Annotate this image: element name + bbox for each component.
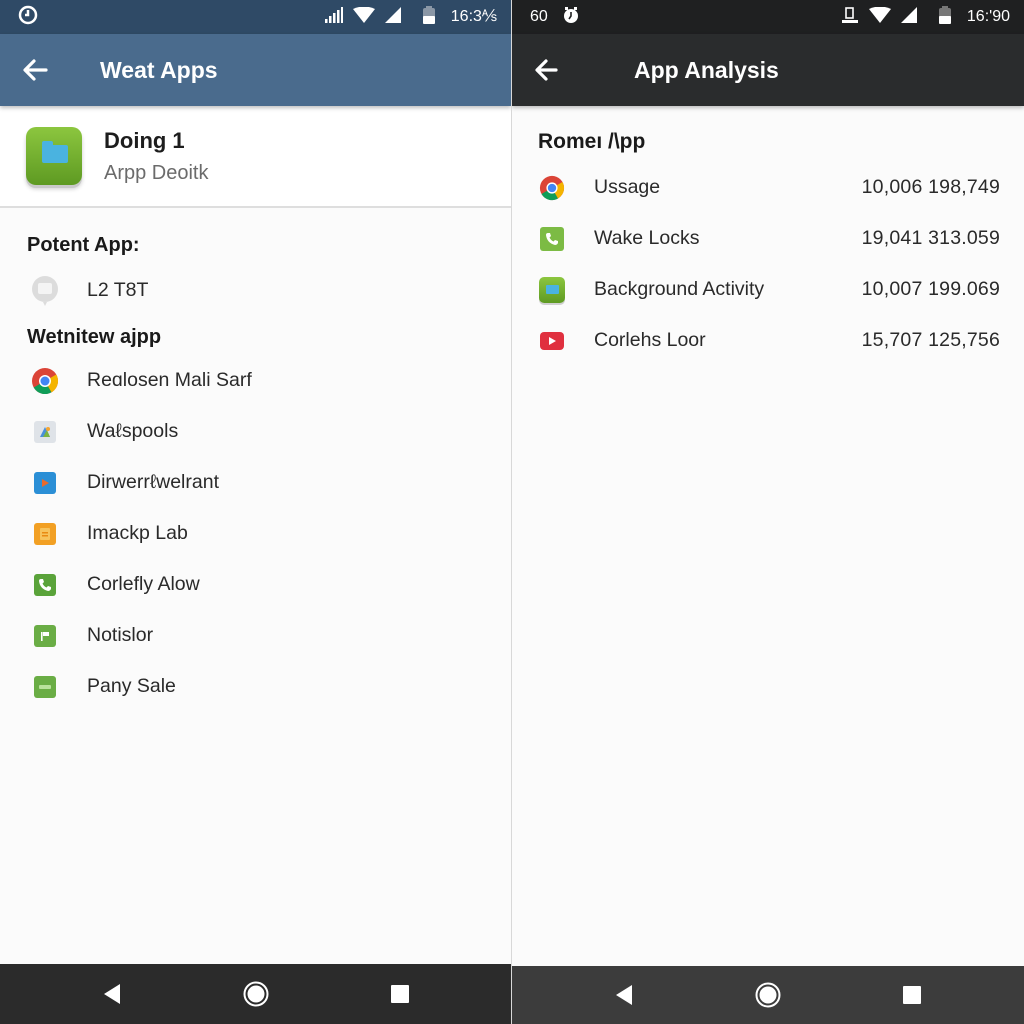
nav-home-button[interactable] [184, 981, 328, 1007]
wallpaper-icon [30, 417, 60, 447]
app-subtitle: Arpp Deoitk [104, 161, 209, 184]
youtube-icon [538, 327, 566, 355]
nav-back-button[interactable] [552, 984, 696, 1006]
battery-icon [422, 5, 435, 29]
chrome-icon [30, 366, 60, 396]
app-folder-icon [26, 127, 82, 185]
signal-bars-icon [324, 6, 343, 28]
analysis-row[interactable]: Corlehs Loor 15,707 125,756 [512, 315, 1024, 366]
nav-back-icon [104, 984, 120, 1004]
nav-back-icon [616, 985, 632, 1005]
nav-back-button[interactable] [40, 983, 184, 1005]
play-video-icon [30, 468, 60, 498]
status-time: 16:'90 [966, 8, 1010, 25]
list-item-label: Waℓspools [87, 420, 179, 442]
row-value: 10,007 199.069 [861, 278, 1000, 300]
app-bar: App Analysis [512, 34, 1024, 106]
chrome-icon [538, 174, 566, 202]
phone-icon [30, 570, 60, 600]
cell-signal-icon [384, 6, 401, 28]
section-title-wetnitew: Wetnitew ajpp [27, 326, 162, 348]
nav-recents-icon [903, 986, 921, 1004]
back-button[interactable] [22, 59, 72, 81]
nav-home-button[interactable] [696, 982, 840, 1008]
list-item[interactable]: L2 T8T [0, 265, 511, 316]
power-icon [18, 5, 38, 30]
nav-recents-button[interactable] [328, 985, 472, 1003]
list-item[interactable]: Dirwerrℓwelrant [0, 457, 511, 508]
analysis-row[interactable]: Wake Locks 19,041 313.059 [512, 213, 1024, 264]
row-label: Wake Locks [594, 227, 700, 249]
back-arrow-icon [535, 59, 558, 81]
status-bar: 60 16:'90 [512, 0, 1024, 34]
page-title: Weat Apps [100, 56, 218, 83]
left-screen: 16:3⅍ Weat Apps Doing 1 Arpp Deoitk Pote… [0, 0, 512, 1024]
row-value: 15,707 125,756 [861, 329, 1000, 351]
list-item-label: Pany Sale [87, 675, 176, 697]
list-item[interactable]: Waℓspools [0, 406, 511, 457]
nav-recents-button[interactable] [840, 986, 984, 1004]
analysis-row[interactable]: Ussage 10,006 198,749 [512, 162, 1024, 213]
wifi-icon [352, 6, 375, 28]
flag-icon [30, 621, 60, 651]
row-label: Background Activity [594, 278, 765, 300]
analysis-row[interactable]: Background Activity 10,007 199.069 [512, 264, 1024, 315]
cell-signal-icon [900, 6, 917, 28]
folder-app-icon [538, 276, 566, 304]
list-item[interactable]: Imackp Lab [0, 508, 511, 559]
chat-bubble-icon [30, 275, 60, 306]
list-item-label: Reɑlosen Mali Sarf [87, 369, 252, 391]
list-item[interactable]: Notislor [0, 610, 511, 661]
nav-recents-icon [391, 985, 409, 1003]
notification-icon [841, 6, 859, 29]
screens: 16:3⅍ Weat Apps Doing 1 Arpp Deoitk Pote… [0, 0, 1024, 1024]
nav-bar [0, 964, 511, 1024]
row-label: Ussage [594, 176, 661, 198]
status-time: 16:3⅍ [450, 8, 497, 25]
row-label: Corlehs Loor [594, 329, 706, 351]
nav-home-icon [243, 981, 269, 1007]
list-item-label: Corlefly Alow [87, 573, 200, 595]
list-item-label: L2 T8T [87, 279, 149, 301]
list-item[interactable]: Reɑlosen Mali Sarf [0, 355, 511, 406]
wifi-icon [868, 6, 891, 28]
orange-doc-icon [30, 519, 60, 549]
back-button[interactable] [534, 59, 584, 81]
battery-icon [938, 5, 951, 29]
nav-home-icon [755, 982, 781, 1008]
row-value: 10,006 198,749 [861, 176, 1000, 198]
list-item[interactable]: Corlefly Alow [0, 559, 511, 610]
green-card-icon [30, 672, 60, 702]
list-item-label: Imackp Lab [87, 522, 188, 544]
page-title: App Analysis [634, 56, 779, 83]
row-value: 19,041 313.059 [861, 227, 1000, 249]
nav-bar [512, 966, 1024, 1024]
list-item-label: Notislor [87, 624, 154, 646]
app-bar: Weat Apps [0, 34, 511, 106]
status-bar: 16:3⅍ [0, 0, 511, 34]
status-left-text: 60 [530, 8, 548, 25]
back-arrow-icon [23, 59, 48, 81]
list-item-label: Dirwerrℓwelrant [87, 471, 219, 493]
alarm-icon [562, 6, 580, 29]
app-name: Doing 1 [104, 127, 185, 153]
app-header-card[interactable]: Doing 1 Arpp Deoitk [0, 106, 511, 208]
list-item[interactable]: Pany Sale [0, 661, 511, 712]
right-screen: 60 16:'90 App Analysis Romeı /\pp Ussage… [512, 0, 1024, 1024]
phone-icon [538, 225, 566, 253]
section-title: Romeı /\pp [538, 130, 646, 153]
section-title-potent: Potent App: [27, 234, 140, 256]
